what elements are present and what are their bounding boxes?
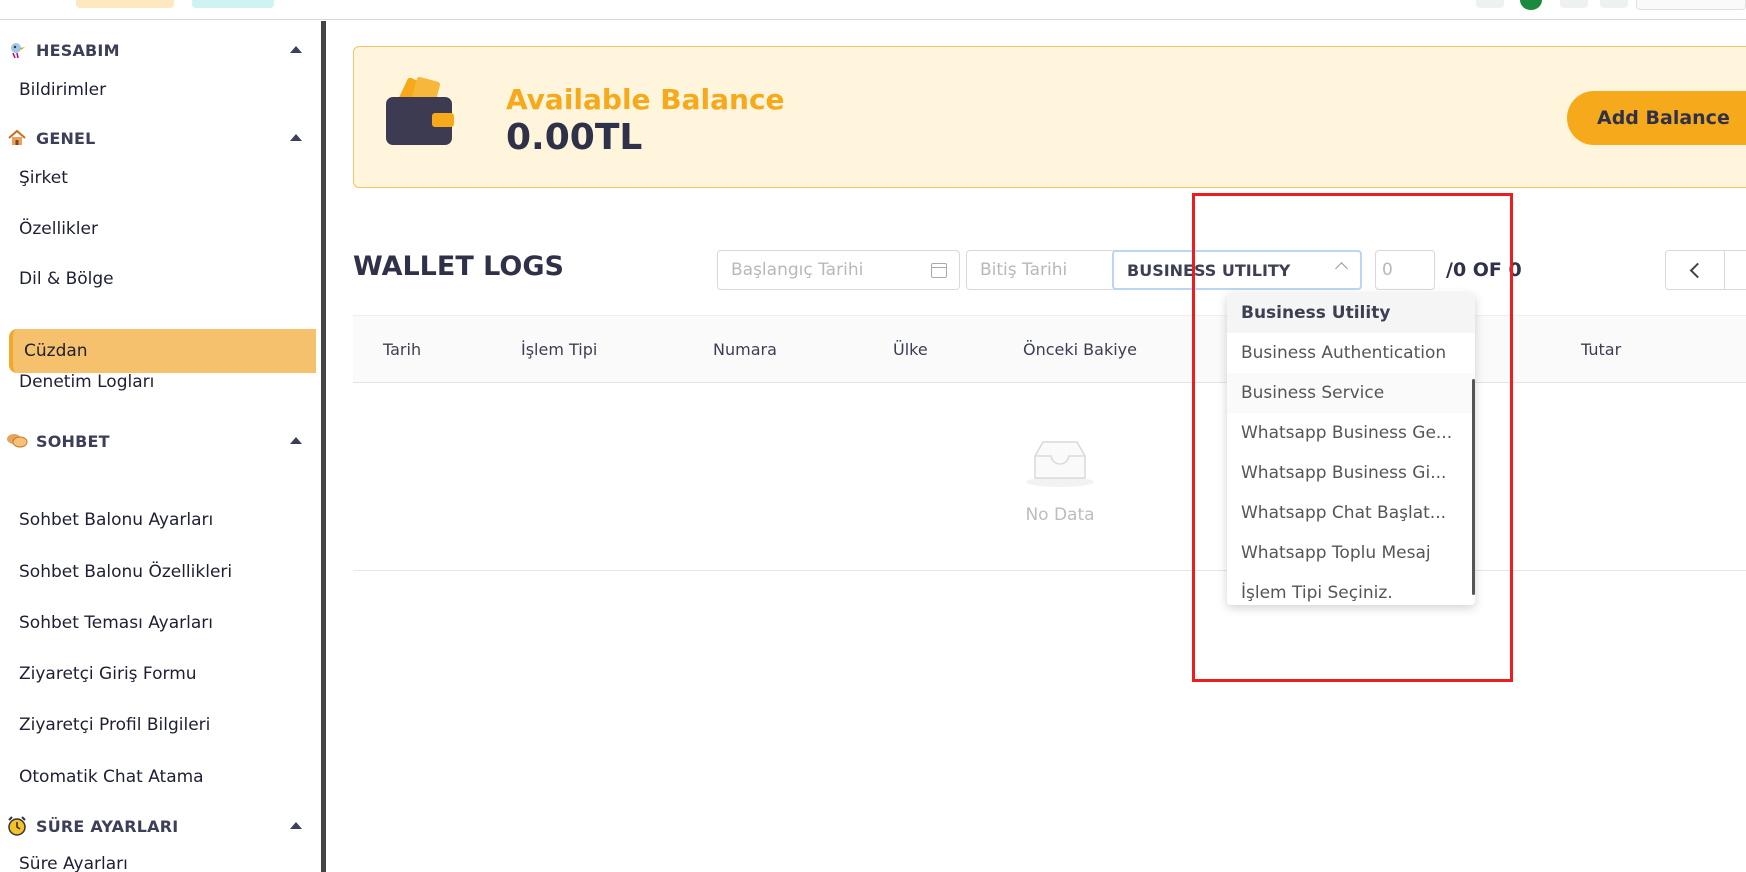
sidebar-item-sirket[interactable]: Şirket: [0, 156, 316, 200]
bird-icon: [6, 39, 28, 61]
sidebar-group-label: SOHBET: [36, 431, 110, 451]
caret-up-icon[interactable]: [290, 822, 302, 829]
dropdown-option[interactable]: Whatsapp Toplu Mesaj: [1227, 533, 1475, 573]
table-empty-state: No Data: [353, 383, 1746, 571]
top-tab-teal[interactable]: [192, 0, 274, 8]
page-number-input[interactable]: 0: [1375, 250, 1435, 290]
wallet-logs-table: Tarih İşlem Tipi Numara Ülke Önceki Baki…: [353, 315, 1746, 571]
top-tab-yellow[interactable]: [76, 0, 174, 8]
column-header[interactable]: Tutar: [1581, 340, 1621, 359]
alarm-clock-icon: [6, 815, 28, 837]
main-content: Available Balance 0.00TL Add Balance WAL…: [326, 21, 1746, 872]
start-date-placeholder: Başlangıç Tarihi: [731, 260, 864, 280]
transaction-type-select[interactable]: BUSINESS UTILITY: [1112, 250, 1362, 290]
chevron-left-icon: [1689, 262, 1706, 279]
sidebar-item-otomatik-chat-atama[interactable]: Otomatik Chat Atama: [0, 755, 316, 799]
house-icon: [6, 127, 28, 149]
top-action-icon[interactable]: [1476, 0, 1504, 8]
sidebar-group-label: GENEL: [36, 128, 96, 148]
end-date-placeholder: Bitiş Tarihi: [980, 260, 1068, 280]
sidebar-item-ziyaretci-profil-bilgileri[interactable]: Ziyaretçi Profil Bilgileri: [0, 703, 316, 747]
page-count: /0 OF 0: [1446, 259, 1522, 281]
previous-page-button[interactable]: [1665, 250, 1725, 290]
caret-up-icon[interactable]: [290, 134, 302, 141]
sidebar-group-sohbet[interactable]: SOHBET: [0, 423, 316, 459]
status-icon[interactable]: [1520, 0, 1542, 10]
whatsapp-icon[interactable]: [1560, 0, 1588, 8]
dropdown-option[interactable]: Whatsapp Chat Başlat...: [1227, 493, 1475, 533]
sidebar-item-bildirimler[interactable]: Bildirimler: [0, 68, 316, 112]
empty-state-text: No Data: [1025, 505, 1095, 525]
column-header[interactable]: Önceki Bakiye: [1023, 340, 1137, 359]
sidebar-item-sohbet-balonu-ozellikleri[interactable]: Sohbet Balonu Özellikleri: [0, 550, 316, 594]
document-icon[interactable]: [1600, 0, 1628, 8]
empty-inbox-icon: [1026, 441, 1094, 487]
wallet-icon: [386, 77, 454, 145]
dropdown-option[interactable]: Business Utility: [1227, 293, 1475, 333]
table-header: Tarih İşlem Tipi Numara Ülke Önceki Baki…: [353, 315, 1746, 383]
sidebar-group-hesabim[interactable]: HESABIM: [0, 32, 316, 68]
next-page-button[interactable]: [1725, 250, 1746, 290]
caret-up-icon[interactable]: [290, 46, 302, 53]
dropdown-option[interactable]: Business Authentication: [1227, 333, 1475, 373]
chat-bubbles-icon: [6, 430, 28, 452]
column-header[interactable]: Tarih: [383, 340, 421, 359]
sidebar-group-genel[interactable]: GENEL: [0, 120, 316, 156]
balance-card: Available Balance 0.00TL Add Balance: [353, 46, 1746, 188]
add-balance-button[interactable]: Add Balance: [1567, 91, 1746, 145]
sidebar-item-sohbet-balonu-ayarlari[interactable]: Sohbet Balonu Ayarları: [0, 498, 316, 542]
sidebar-item-ziyaretci-giris-formu[interactable]: Ziyaretçi Giriş Formu: [0, 652, 316, 696]
sidebar-item-sure-ayarlari[interactable]: Süre Ayarları: [0, 842, 316, 872]
chevron-up-icon[interactable]: [1335, 262, 1348, 275]
sidebar-item-denetim-loglari[interactable]: Denetim Logları: [0, 360, 316, 404]
wallet-logs-title: WALLET LOGS: [353, 251, 564, 282]
dropdown-scrollbar[interactable]: [1472, 379, 1475, 595]
column-header[interactable]: İşlem Tipi: [521, 340, 597, 359]
sidebar-item-ozellikler[interactable]: Özellikler: [0, 207, 316, 251]
sidebar-group-label: HESABIM: [36, 40, 120, 60]
balance-value: 0.00TL: [506, 117, 643, 158]
dropdown-option[interactable]: Whatsapp Business Ge...: [1227, 413, 1475, 453]
transaction-type-dropdown: Business Utility Business Authentication…: [1227, 293, 1475, 605]
dropdown-option[interactable]: İşlem Tipi Seçiniz.: [1227, 573, 1475, 605]
top-search-input[interactable]: [1636, 0, 1746, 10]
sidebar-item-dil-bolge[interactable]: Dil & Bölge: [0, 257, 316, 301]
dropdown-option[interactable]: Whatsapp Business Gi...: [1227, 453, 1475, 493]
sidebar-group-sure-ayarlari[interactable]: SÜRE AYARLARI: [0, 808, 316, 844]
start-date-input[interactable]: Başlangıç Tarihi: [717, 250, 960, 290]
dropdown-option[interactable]: Business Service: [1227, 373, 1475, 413]
sidebar-item-sohbet-temasi-ayarlari[interactable]: Sohbet Teması Ayarları: [0, 601, 316, 645]
sidebar-group-label: SÜRE AYARLARI: [36, 816, 179, 836]
transaction-type-value: BUSINESS UTILITY: [1127, 260, 1291, 280]
caret-up-icon[interactable]: [290, 437, 302, 444]
column-header[interactable]: Ülke: [893, 340, 928, 359]
column-header[interactable]: Numara: [713, 340, 777, 359]
top-bar: [0, 0, 1746, 20]
calendar-icon[interactable]: [931, 263, 947, 278]
balance-label: Available Balance: [506, 83, 785, 116]
sidebar: HESABIM Bildirimler GENEL Şirket Özellik…: [0, 21, 320, 872]
